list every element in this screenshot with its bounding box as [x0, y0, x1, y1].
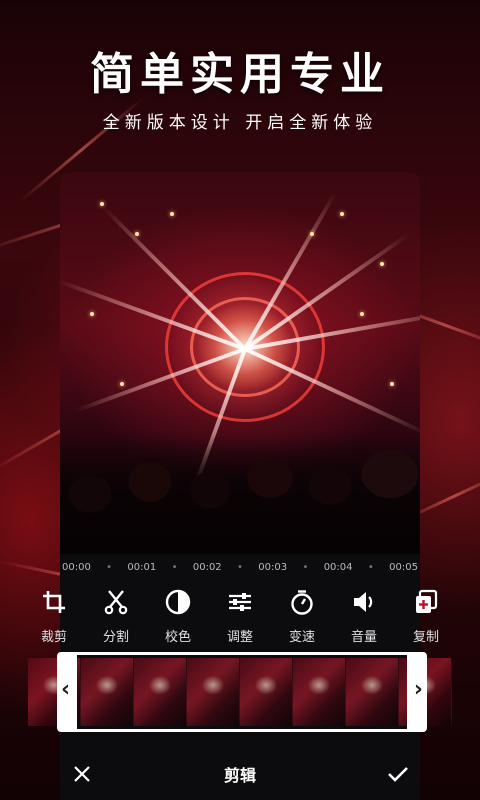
timeline-tick: 00:00 [62, 561, 91, 573]
check-icon[interactable] [386, 762, 410, 786]
close-icon[interactable] [70, 762, 94, 786]
timeline-ruler[interactable]: 00:00 • 00:01 • 00:02 • 00:03 • 00:04 • … [60, 554, 420, 580]
stopwatch-icon [288, 588, 316, 616]
tool-color[interactable]: 校色 [147, 588, 209, 645]
edit-toolbar: 裁剪 分割 校色 调整 变速 音量 复制 [23, 588, 480, 650]
tool-crop[interactable]: 裁剪 [23, 588, 85, 645]
tool-copy[interactable]: 复制 [395, 588, 457, 645]
timeline-tick: 00:02 [192, 561, 222, 573]
trim-selector[interactable]: ‹ › [57, 652, 427, 732]
timeline-tick: 00:05 [389, 561, 418, 573]
timeline-tick: 00:04 [323, 561, 353, 573]
trim-handle-right-icon[interactable]: › [414, 677, 423, 702]
sliders-icon [226, 588, 254, 616]
tool-split[interactable]: 分割 [85, 588, 147, 645]
bottom-action-bar: 剪辑 [60, 748, 420, 800]
volume-icon [350, 588, 378, 616]
clip-filmstrip[interactable]: ‹ › [0, 652, 480, 732]
promo-headline: 简单实用专业 [90, 49, 390, 100]
timeline-tick: 00:03 [258, 561, 288, 573]
promo-subline: 全新版本设计 开启全新体验 [102, 113, 378, 133]
video-preview[interactable] [60, 172, 420, 554]
crop-icon [40, 588, 68, 616]
color-adjust-icon [164, 588, 192, 616]
tool-adjust[interactable]: 调整 [209, 588, 271, 645]
tool-volume[interactable]: 音量 [333, 588, 395, 645]
screen-title: 剪辑 [223, 766, 256, 785]
copy-icon [412, 588, 440, 616]
trim-handle-left-icon[interactable]: ‹ [61, 677, 70, 702]
timeline-tick: 00:01 [127, 561, 157, 573]
scissors-icon [102, 588, 130, 616]
tool-speed[interactable]: 变速 [271, 588, 333, 645]
